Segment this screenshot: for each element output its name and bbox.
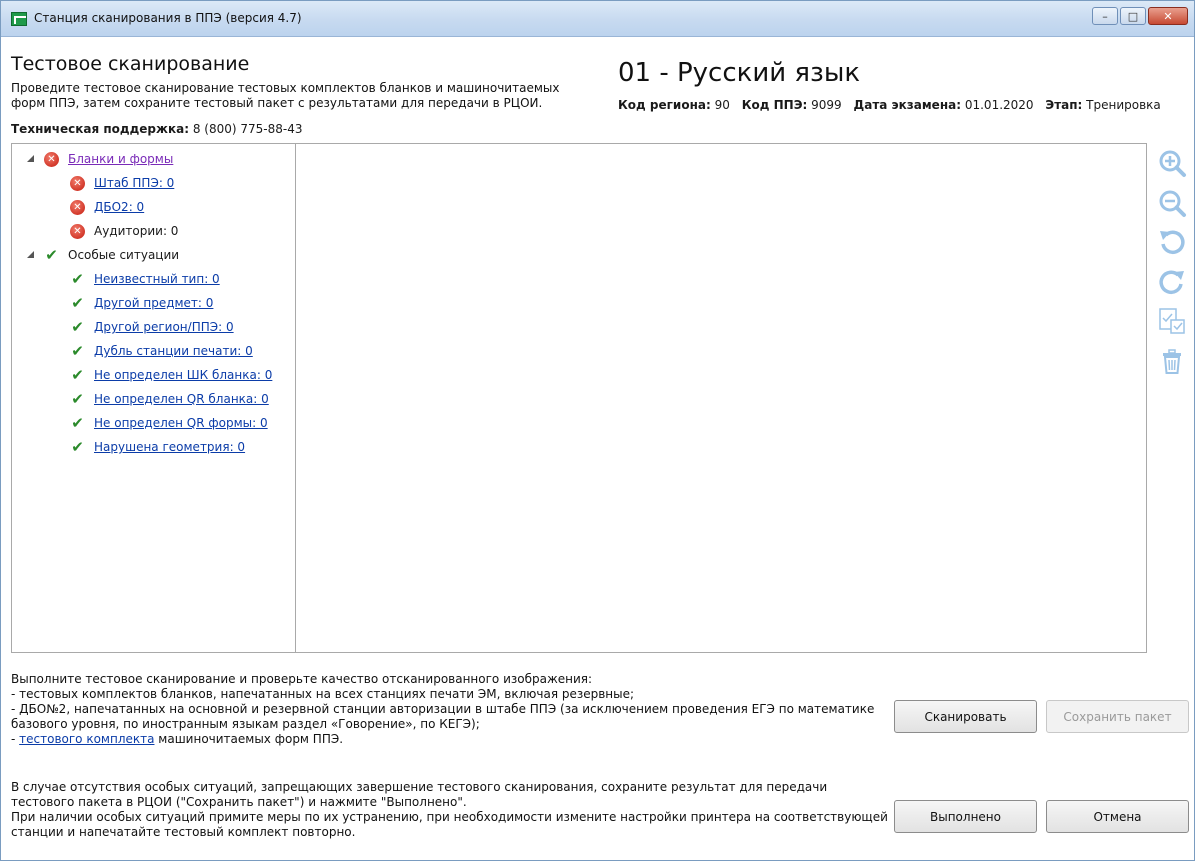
date-value: 01.01.2020 [964, 98, 1034, 112]
tree-item-label: Аудитории: 0 [94, 224, 179, 238]
test-kit-link[interactable]: тестового комплекта [19, 732, 154, 746]
tree-label-special[interactable]: Особые ситуации [68, 248, 179, 262]
support-label: Техническая поддержка: [11, 122, 190, 136]
tree-item-special[interactable]: ✔ Дубль станции печати: 0 [70, 342, 253, 360]
tree-item-special[interactable]: ✔ Не определен QR формы: 0 [70, 413, 268, 432]
instruction-prefix: - [11, 732, 20, 746]
checkmark-icon: ✔ [71, 269, 84, 288]
stage-label: Этап: [1045, 98, 1083, 112]
app-window: Станция сканирования в ППЭ (версия 4.7) … [0, 0, 1195, 861]
region-value: 90 [714, 98, 730, 112]
tree-item-label[interactable]: Не определен QR бланка: 0 [94, 392, 269, 406]
date-label: Дата экзамена: [853, 98, 962, 112]
tree-item-label[interactable]: Не определен QR формы: 0 [94, 416, 268, 430]
checkmark-icon: ✔ [45, 245, 58, 264]
done-button[interactable]: Выполнено [894, 800, 1037, 833]
tree-item-label[interactable]: Штаб ППЭ: 0 [94, 176, 174, 190]
checkmark-icon: ✔ [71, 437, 84, 456]
window-title: Станция сканирования в ППЭ (версия 4.7) [34, 11, 302, 25]
checkmark-icon: ✔ [71, 365, 84, 384]
instruction-line: - тестовых комплектов бланков, напечатан… [11, 687, 635, 701]
page-title: Тестовое сканирование [11, 53, 250, 75]
tree-item-label[interactable]: Другой регион/ППЭ: 0 [94, 320, 234, 334]
tree-item-special[interactable]: ✔ Неизвестный тип: 0 [70, 270, 220, 288]
error-icon: ✕ [44, 151, 59, 167]
tree-item-label[interactable]: Дубль станции печати: 0 [94, 344, 253, 358]
expand-arrow-icon[interactable] [26, 154, 36, 164]
minimize-button[interactable]: – [1092, 7, 1118, 25]
rotate-left-icon[interactable] [1156, 226, 1188, 258]
note-text: При наличии особых ситуаций примите меры… [11, 810, 888, 839]
tree-item-label[interactable]: Другой предмет: 0 [94, 296, 213, 310]
ppe-label: Код ППЭ: [741, 98, 808, 112]
scan-button[interactable]: Сканировать [894, 700, 1037, 733]
check-pages-icon[interactable] [1156, 305, 1188, 337]
tree-item-label[interactable]: Не определен ШК бланка: 0 [94, 368, 272, 382]
tree-item-shtab[interactable]: ✕ Штаб ППЭ: 0 [70, 174, 174, 192]
error-icon: ✕ [70, 175, 85, 191]
subject-title: 01 - Русский язык [618, 58, 861, 88]
tree-item-special[interactable]: ✔ Не определен QR бланка: 0 [70, 390, 269, 408]
instruction-line: - ДБО№2, напечатанных на основной и резе… [11, 702, 875, 731]
tree-item-dbo2[interactable]: ✕ ДБО2: 0 [70, 198, 144, 216]
support-phone: 8 (800) 775-88-43 [192, 122, 303, 136]
title-bar[interactable]: Станция сканирования в ППЭ (версия 4.7) … [1, 1, 1194, 37]
tree-node-special[interactable]: ✔ Особые ситуации [26, 246, 179, 264]
ppe-value: 9099 [811, 98, 842, 112]
page-description: Проведите тестовое сканирование тестовых… [11, 81, 560, 110]
tree-item-special[interactable]: ✔ Другой регион/ППЭ: 0 [70, 317, 234, 336]
instruction-suffix: машиночитаемых форм ППЭ. [154, 732, 344, 746]
tree-item-auditorii: ✕ Аудитории: 0 [70, 222, 178, 240]
tree-item-label[interactable]: Неизвестный тип: 0 [94, 272, 220, 286]
save-package-button[interactable]: Сохранить пакет [1046, 700, 1189, 733]
error-icon: ✕ [70, 199, 85, 215]
instruction-line: Выполните тестовое сканирование и провер… [11, 672, 593, 686]
stage-value: Тренировка [1086, 98, 1161, 112]
rotate-right-icon[interactable] [1156, 266, 1188, 298]
checkmark-icon: ✔ [71, 341, 84, 360]
window-controls: – □ ✕ [1092, 7, 1188, 25]
close-button[interactable]: ✕ [1148, 7, 1188, 25]
error-icon: ✕ [70, 223, 85, 239]
instruction-line: - тестового комплекта машиночитаемых фор… [11, 732, 891, 747]
checkmark-icon: ✔ [71, 317, 84, 336]
tree-item-label[interactable]: ДБО2: 0 [94, 200, 144, 214]
region-label: Код региона: [618, 98, 711, 112]
tree-item-special[interactable]: ✔ Не определен ШК бланка: 0 [70, 366, 272, 384]
zoom-out-icon[interactable] [1156, 187, 1188, 219]
tree-item-special[interactable]: ✔ Нарушена геометрия: 0 [70, 438, 245, 456]
exam-meta: Код региона: 90 Код ППЭ: 9099 Дата экзам… [618, 98, 1161, 112]
cancel-button[interactable]: Отмена [1046, 800, 1189, 833]
zoom-in-icon[interactable] [1156, 147, 1188, 179]
instructions: Выполните тестовое сканирование и провер… [11, 672, 891, 747]
tree-label-blanks[interactable]: Бланки и формы [68, 152, 173, 166]
category-tree[interactable]: ✕ Бланки и формы ✕ Штаб ППЭ: 0 ✕ ДБО2: 0… [11, 143, 296, 653]
app-icon [11, 12, 27, 26]
maximize-button[interactable]: □ [1120, 7, 1146, 25]
tree-item-special[interactable]: ✔ Другой предмет: 0 [70, 294, 213, 312]
support-info: Техническая поддержка: 8 (800) 775-88-43 [11, 122, 302, 136]
delete-icon[interactable] [1156, 345, 1188, 377]
checkmark-icon: ✔ [71, 389, 84, 408]
tree-node-blanks[interactable]: ✕ Бланки и формы [26, 150, 173, 168]
expand-arrow-icon[interactable] [26, 250, 36, 260]
checkmark-icon: ✔ [71, 293, 84, 312]
completion-note: В случае отсутствия особых ситуаций, зап… [11, 780, 891, 840]
tree-item-label[interactable]: Нарушена геометрия: 0 [94, 440, 245, 454]
note-text: В случае отсутствия особых ситуаций, зап… [11, 780, 828, 809]
checkmark-icon: ✔ [71, 413, 84, 432]
image-viewer[interactable] [295, 143, 1147, 653]
